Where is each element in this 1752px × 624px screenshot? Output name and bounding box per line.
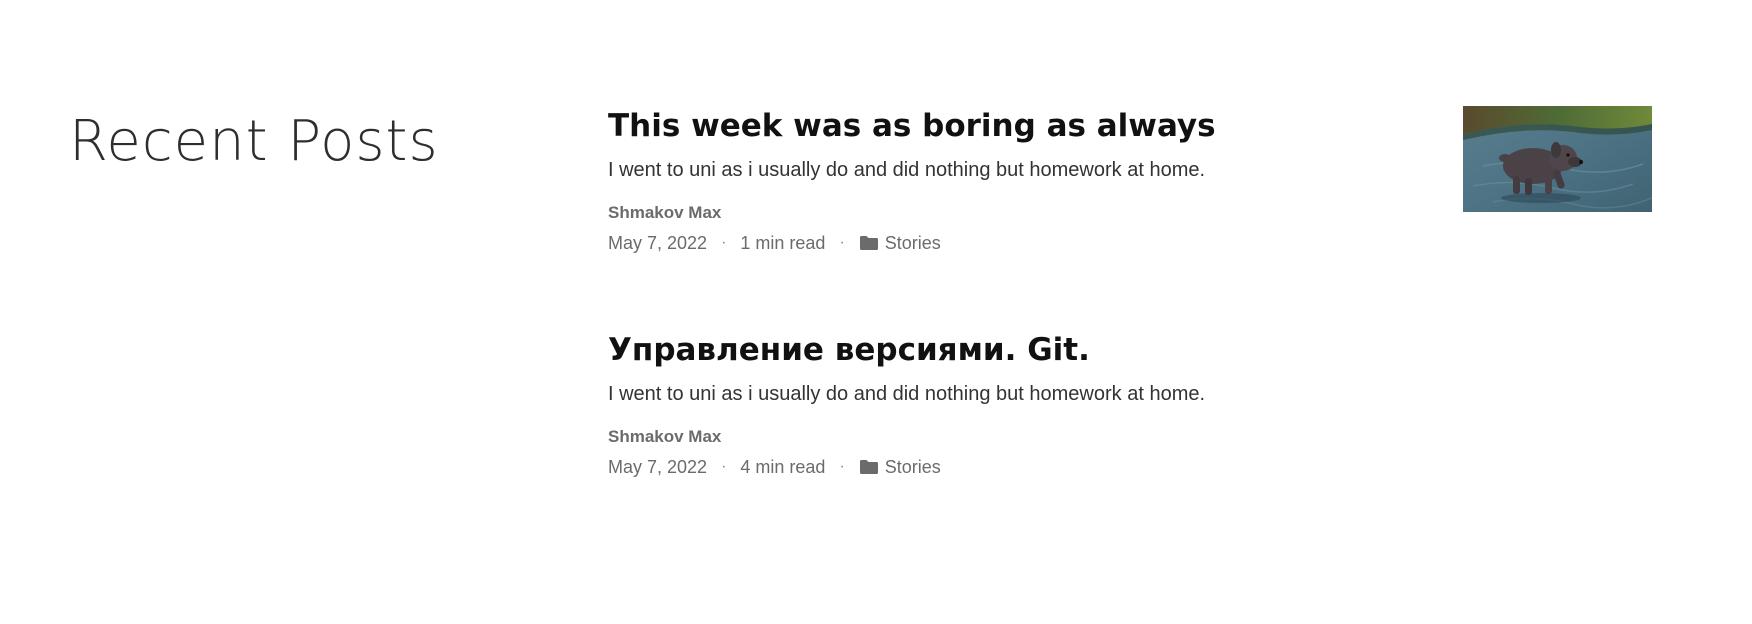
- meta-separator: ·: [839, 234, 845, 251]
- folder-icon: [859, 236, 878, 250]
- post-summary: I went to uni as i usually do and did no…: [608, 383, 1206, 405]
- folder-icon: [859, 460, 878, 474]
- post-list: This week was as boring as always I went…: [608, 104, 1652, 552]
- post-category-link[interactable]: Stories: [885, 231, 941, 255]
- dog-photo-image: [1463, 106, 1652, 212]
- post-thumbnail[interactable]: [1463, 106, 1652, 212]
- post-item: This week was as boring as always I went…: [608, 104, 1652, 328]
- post-date: May 7, 2022: [608, 457, 708, 477]
- post-item: Управление версиями. Git. I went to uni …: [608, 328, 1652, 552]
- meta-separator: ·: [839, 458, 845, 475]
- post-author: Shmakov Max: [608, 427, 722, 446]
- recent-posts-heading: Recent Posts: [69, 109, 439, 174]
- post-meta: May 7, 2022 · 1 min read · Stories: [608, 231, 1652, 255]
- post-meta: May 7, 2022 · 4 min read · Stories: [608, 455, 1652, 479]
- post-title-link[interactable]: This week was as boring as always: [608, 100, 1216, 152]
- post-read-time: 1 min read: [740, 233, 826, 253]
- post-title-link[interactable]: Управление версиями. Git.: [608, 324, 1090, 376]
- post-category-link[interactable]: Stories: [885, 455, 941, 479]
- post-date: May 7, 2022: [608, 233, 708, 253]
- post-read-time: 4 min read: [740, 457, 826, 477]
- meta-separator: ·: [721, 234, 727, 251]
- meta-separator: ·: [721, 458, 727, 475]
